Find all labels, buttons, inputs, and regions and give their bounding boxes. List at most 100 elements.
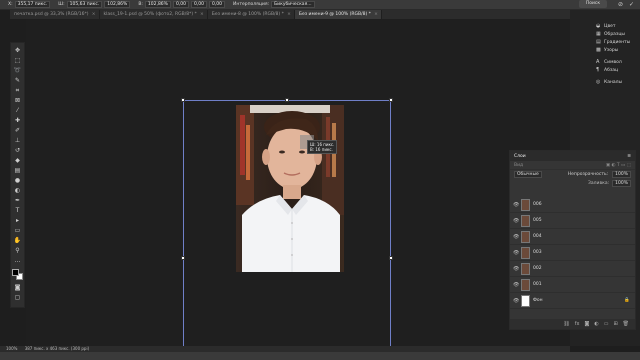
eyedropper-tool-icon[interactable]: ⁄ — [13, 107, 22, 116]
frame-tool-icon[interactable]: ⊠ — [13, 97, 22, 106]
transform-handle[interactable] — [285, 98, 289, 102]
lasso-tool-icon[interactable]: ➰ — [13, 67, 22, 76]
panel-item-label: Градиенты — [604, 39, 631, 45]
panel-item-label: Образцы — [604, 31, 625, 37]
delete-layer-icon[interactable]: 🗑 — [623, 321, 629, 327]
color-swatches[interactable] — [12, 269, 23, 280]
paragraph-icon: ¶ — [596, 66, 600, 73]
more-tools-icon[interactable]: … — [13, 257, 22, 266]
x-field[interactable]: 355,17 пикс. — [14, 1, 51, 8]
doc-tab[interactable]: Без имени-8 @ 100% (RGB/8) * × — [208, 10, 295, 19]
doc-tab[interactable]: печатка.psd @ 33,3% (RGB/16*) × — [10, 10, 100, 19]
readout-height: В: 16 пикс. — [310, 147, 333, 152]
layer-row[interactable]: 👁 002 — [510, 261, 635, 277]
add-mask-icon[interactable]: ◙ — [584, 321, 589, 327]
brush-tool-icon[interactable]: ✐ — [13, 127, 22, 136]
type-tool-icon[interactable]: T — [13, 207, 22, 216]
link-layers-icon[interactable]: ⛓ — [563, 321, 569, 327]
eye-icon[interactable]: 👁 — [513, 218, 519, 224]
doc-tab-active[interactable]: Без имени-9 @ 100% (RGB/8) * × — [294, 10, 382, 19]
layer-name: 004 — [533, 234, 542, 239]
layer-row[interactable]: 👁 001 — [510, 277, 635, 293]
close-icon[interactable]: × — [374, 12, 378, 17]
hand-tool-icon[interactable]: ✋ — [13, 237, 22, 246]
dodge-tool-icon[interactable]: ◐ — [13, 187, 22, 196]
doc-tab[interactable]: klass_19-1.psd @ 50% (фото2, RGB/8*) * × — [100, 10, 208, 19]
panel-item-swatches[interactable]: ▦ Образцы — [596, 30, 640, 38]
layer-name: 002 — [533, 266, 542, 271]
eye-icon[interactable]: 👁 — [513, 250, 519, 256]
gradient-tool-icon[interactable]: ▤ — [13, 167, 22, 176]
layers-panel-header[interactable]: Слои ≡ — [510, 151, 635, 161]
new-layer-icon[interactable]: ⊞ — [613, 321, 617, 327]
panel-item-label: Символ — [604, 59, 622, 65]
opacity-label: Непрозрачность: — [567, 172, 609, 177]
panel-item-gradients[interactable]: ▤ Градиенты — [596, 38, 640, 46]
hskew-field[interactable]: 0,00 — [190, 1, 208, 8]
menu-icon[interactable]: ≡ — [627, 154, 631, 159]
shape-tool-icon[interactable]: ▭ — [13, 227, 22, 236]
opacity-field[interactable]: 100% — [612, 171, 631, 178]
os-dock — [0, 352, 640, 360]
layer-thumbnail — [521, 246, 530, 259]
document-info[interactable]: 387 пикс. х 463 пикс. (300 ppi) — [25, 346, 89, 351]
history-brush-tool-icon[interactable]: ↺ — [13, 147, 22, 156]
layer-row[interactable]: 👁 005 — [510, 213, 635, 229]
close-icon[interactable]: × — [200, 12, 204, 17]
w-field[interactable]: 105,63 пикс. — [66, 1, 103, 8]
path-select-tool-icon[interactable]: ▸ — [13, 217, 22, 226]
panel-item-channels[interactable]: ◎ Каналы — [596, 78, 640, 86]
eye-icon[interactable]: 👁 — [513, 282, 519, 288]
crop-tool-icon[interactable]: ⌗ — [13, 87, 22, 96]
eye-icon[interactable]: 👁 — [513, 266, 519, 272]
screen-mode-icon[interactable]: ▢ — [13, 293, 22, 302]
fill-field[interactable]: 100% — [612, 180, 631, 187]
panel-item-paragraph[interactable]: ¶ Абзац — [596, 66, 640, 74]
quick-select-tool-icon[interactable]: ✎ — [13, 77, 22, 86]
layer-row[interactable]: 👁 003 — [510, 245, 635, 261]
healing-brush-tool-icon[interactable]: ✚ — [13, 117, 22, 126]
layer-thumbnail — [521, 214, 530, 227]
transform-handle[interactable] — [389, 98, 393, 102]
blur-tool-icon[interactable]: ● — [13, 177, 22, 186]
eye-icon[interactable]: 👁 — [513, 298, 519, 304]
angle-field[interactable]: 0,00 — [172, 1, 189, 8]
adjustment-layer-icon[interactable]: ◐ — [594, 321, 598, 327]
close-icon[interactable]: × — [92, 12, 96, 17]
transform-handle[interactable] — [181, 98, 185, 102]
clone-stamp-tool-icon[interactable]: ⊥ — [13, 137, 22, 146]
zoom-level[interactable]: 100% — [6, 346, 17, 351]
w-percent-field[interactable]: 102,86% — [104, 1, 131, 8]
transform-handle[interactable] — [389, 256, 393, 260]
search-button[interactable]: Поиск — [579, 0, 607, 8]
panel-item-color[interactable]: ◒ Цвет — [596, 22, 640, 30]
close-icon[interactable]: × — [287, 12, 291, 17]
layer-row[interactable]: 👁 006 — [510, 197, 635, 213]
h-field[interactable]: 102,86% — [144, 1, 171, 8]
panel-item-patterns[interactable]: ▩ Узоры — [596, 46, 640, 54]
quick-mask-icon[interactable]: ◙ — [13, 283, 22, 292]
zoom-tool-icon[interactable]: ⚲ — [13, 247, 22, 256]
filter-icons[interactable]: ▣ ◐ T ▭ ⬚ — [606, 163, 631, 168]
move-tool-icon[interactable]: ✥ — [13, 47, 22, 56]
transform-handle[interactable] — [181, 256, 185, 260]
foreground-color[interactable] — [12, 269, 19, 276]
fx-icon[interactable]: fx — [575, 321, 580, 327]
doc-tab-label: Без имени-9 @ 100% (RGB/8) * — [298, 12, 371, 17]
pen-tool-icon[interactable]: ✒ — [13, 197, 22, 206]
eye-icon[interactable]: 👁 — [513, 202, 519, 208]
panel-item-character[interactable]: A Символ — [596, 58, 640, 66]
filter-kind-select[interactable]: Вид — [514, 163, 523, 168]
commit-icon[interactable]: ✓ — [629, 1, 634, 8]
blend-mode-select[interactable]: Обычные — [514, 171, 542, 178]
layer-thumbnail — [521, 278, 530, 291]
cancel-icon[interactable]: ⊘ — [618, 1, 623, 8]
layer-row[interactable]: 👁 Фон 🔒 — [510, 293, 635, 309]
interpolation-select[interactable]: Бикубическая... — [271, 1, 315, 8]
layer-row[interactable]: 👁 004 — [510, 229, 635, 245]
marquee-tool-icon[interactable]: ⬚ — [13, 57, 22, 66]
new-group-icon[interactable]: ▭ — [604, 321, 609, 327]
eye-icon[interactable]: 👁 — [513, 234, 519, 240]
eraser-tool-icon[interactable]: ◆ — [13, 157, 22, 166]
vskew-field[interactable]: 0,00 — [209, 1, 226, 8]
